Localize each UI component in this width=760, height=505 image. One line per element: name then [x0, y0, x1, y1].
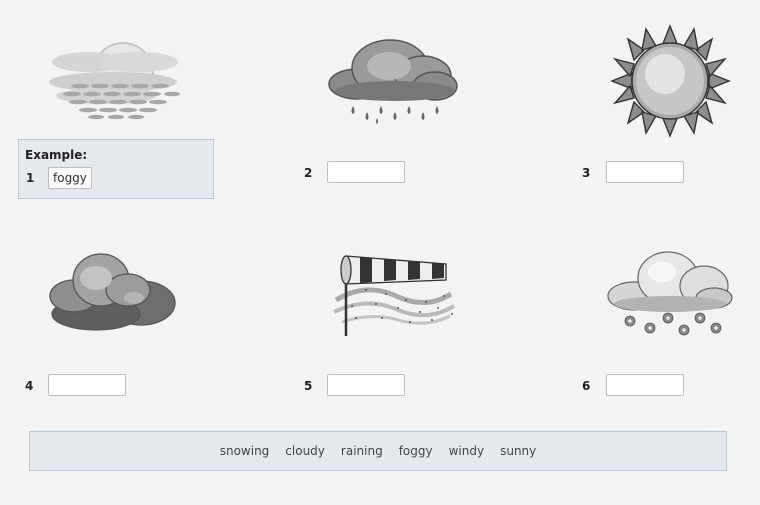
item-number-5: 5: [304, 379, 313, 393]
word-raining[interactable]: raining: [333, 444, 391, 458]
rain-cloud-icon: [325, 36, 460, 126]
word-foggy[interactable]: foggy: [391, 444, 441, 458]
example-answer-field: [48, 167, 92, 189]
word-snowing[interactable]: snowing: [212, 444, 278, 458]
item-number-3: 3: [582, 166, 591, 180]
answer-field-4[interactable]: [48, 374, 126, 396]
snow-cloud-icon: [606, 248, 736, 340]
word-cloudy[interactable]: cloudy: [277, 444, 333, 458]
answer-field-6[interactable]: [606, 374, 684, 396]
item-number-4: 4: [25, 379, 34, 393]
answer-field-2[interactable]: [327, 161, 405, 183]
item-number-1: 1: [26, 171, 35, 185]
answer-field-5[interactable]: [327, 374, 405, 396]
word-windy[interactable]: windy: [441, 444, 492, 458]
answer-field-3[interactable]: [606, 161, 684, 183]
sun-icon: [608, 24, 733, 139]
windsock-icon: [326, 250, 461, 340]
cloud-icon: [46, 248, 181, 338]
fog-icon: [48, 38, 183, 123]
item-number-6: 6: [582, 379, 591, 393]
item-number-2: 2: [304, 166, 313, 180]
word-sunny[interactable]: sunny: [492, 444, 544, 458]
example-label: Example:: [25, 148, 88, 162]
word-bank: snowing cloudy raining foggy windy sunny: [29, 431, 727, 471]
